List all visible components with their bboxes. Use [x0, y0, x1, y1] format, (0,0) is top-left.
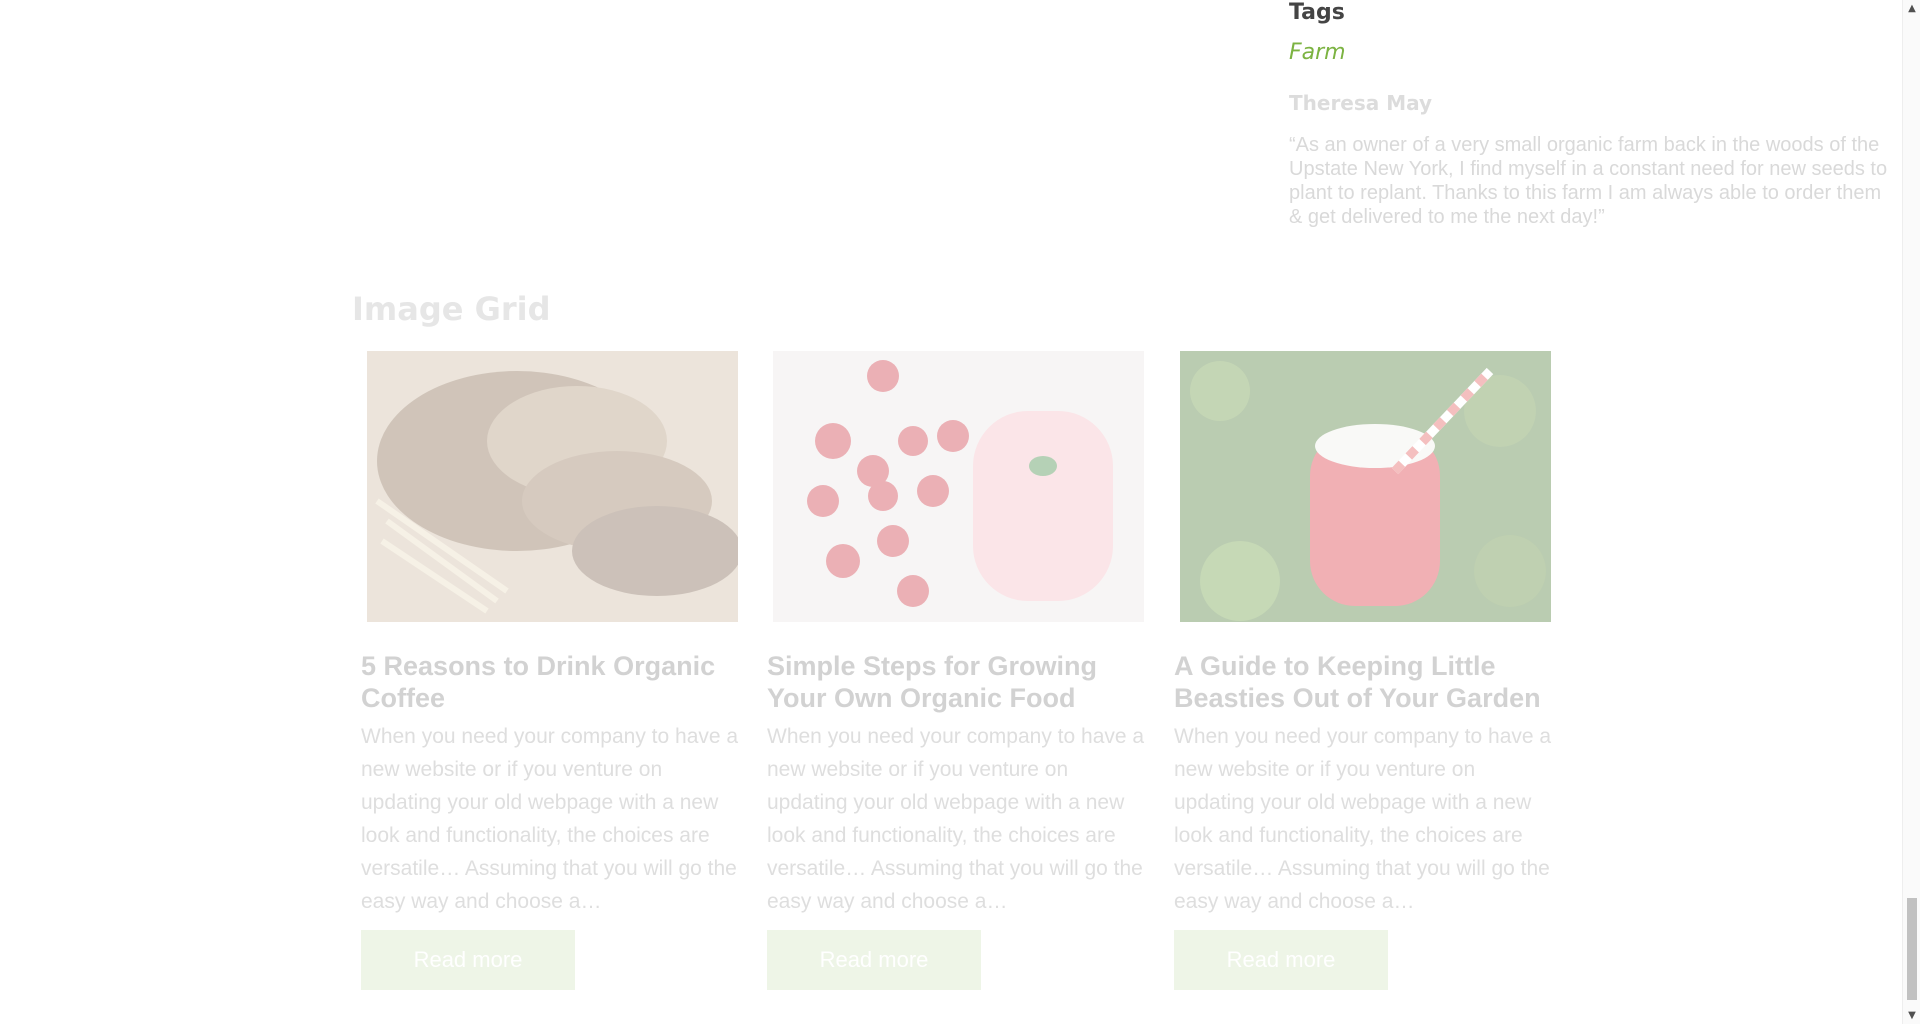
vertical-scrollbar[interactable]: ▲ ▼ — [1902, 0, 1920, 1024]
read-more-button[interactable]: Read more — [767, 930, 981, 990]
card-title[interactable]: Simple Steps for Growing Your Own Organi… — [767, 650, 1145, 714]
tag-link-farm[interactable]: Farm — [1289, 40, 1346, 65]
read-more-button[interactable]: Read more — [361, 930, 575, 990]
card-excerpt: When you need your company to have a new… — [361, 725, 739, 913]
grid-card: 5 Reasons to Drink Organic Coffee When y… — [361, 351, 739, 990]
bread-image[interactable] — [367, 351, 738, 622]
testimonial-quote: “As an owner of a very small organic far… — [1289, 134, 1888, 228]
scrollbar-thumb[interactable] — [1907, 898, 1917, 1000]
juice-jar-image[interactable] — [1180, 351, 1551, 622]
sidebar: Tags Farm Theresa May “As an owner of a … — [1289, 0, 1899, 229]
card-excerpt: When you need your company to have a new… — [767, 725, 1145, 913]
card-title[interactable]: 5 Reasons to Drink Organic Coffee — [361, 650, 739, 714]
image-grid-heading: Image Grid — [352, 290, 551, 328]
read-more-button[interactable]: Read more — [1174, 930, 1388, 990]
raspberry-smoothie-image[interactable] — [773, 351, 1144, 622]
card-title[interactable]: A Guide to Keeping Little Beasties Out o… — [1174, 650, 1552, 714]
grid-card: A Guide to Keeping Little Beasties Out o… — [1174, 351, 1552, 990]
tags-heading: Tags — [1289, 0, 1345, 25]
scroll-up-arrow-icon[interactable]: ▲ — [1903, 0, 1920, 17]
card-excerpt: When you need your company to have a new… — [1174, 725, 1552, 913]
grid-card: Simple Steps for Growing Your Own Organi… — [767, 351, 1145, 990]
testimonial-author: Theresa May — [1289, 91, 1433, 115]
page: Tags Farm Theresa May “As an owner of a … — [0, 0, 1920, 1024]
scroll-down-arrow-icon[interactable]: ▼ — [1903, 1007, 1920, 1024]
